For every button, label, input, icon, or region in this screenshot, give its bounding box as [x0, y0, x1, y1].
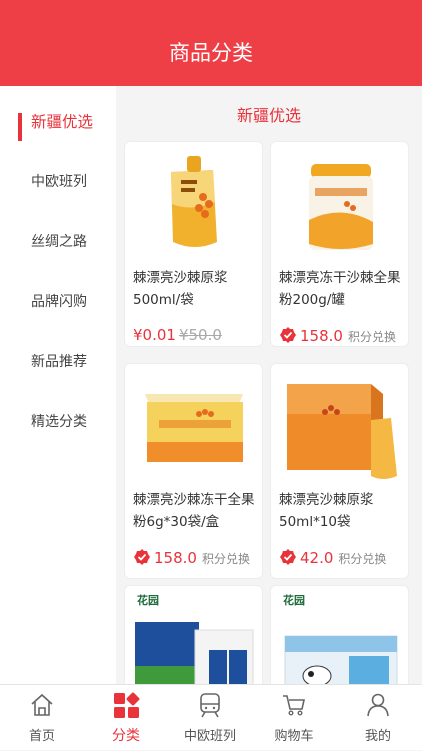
sidebar-item-xinjiang[interactable]: 新疆优选: [0, 92, 116, 152]
product-price: 158.0 积分兑换: [279, 326, 396, 345]
product-card[interactable]: 花园: [270, 585, 409, 684]
product-card[interactable]: 花园: [124, 585, 263, 684]
points-exchange-label: 积分兑换: [201, 552, 250, 566]
points-badge-icon: [134, 549, 150, 565]
tab-label: 购物车: [274, 729, 314, 744]
product-image: [287, 384, 397, 479]
points-badge-icon: [280, 549, 296, 565]
sidebar-item-new-products[interactable]: 新品推荐: [0, 332, 116, 392]
points-price: 158.0: [300, 327, 343, 345]
points-exchange-label: 积分兑换: [338, 552, 387, 566]
tab-label: 首页: [28, 729, 55, 744]
product-card[interactable]: 棘漂亮沙棘原浆500ml/袋 ¥0.01 ¥50.0: [124, 141, 263, 347]
sidebar-item-brand-flash[interactable]: 品牌闪购: [0, 272, 116, 332]
category-sidebar: 新疆优选 中欧班列 丝绸之路 品牌闪购 新品推荐 精选分类: [0, 86, 116, 684]
product-name: 棘漂亮沙棘原浆500ml/袋: [133, 270, 228, 308]
sidebar-item-silk-road[interactable]: 丝绸之路: [0, 212, 116, 272]
product-panel: 新疆优选 棘漂亮沙棘原浆500ml/袋 ¥0.01 ¥50.0 棘漂亮冻干沙棘全…: [116, 86, 422, 684]
product-image: [145, 394, 243, 462]
tab-label: 我的: [364, 729, 391, 744]
product-name: 棘漂亮沙棘冻干全果粉6g*30袋/盒: [133, 492, 255, 530]
product-price: 158.0 积分兑换: [133, 548, 250, 567]
tab-cart[interactable]: 购物车: [252, 685, 336, 751]
sidebar-item-china-europe-train[interactable]: 中欧班列: [0, 152, 116, 212]
product-image: 花园: [283, 593, 398, 684]
points-badge-icon: [280, 327, 296, 343]
category-icon: [114, 692, 140, 718]
product-name: 棘漂亮沙棘原浆50ml*10袋: [279, 492, 374, 530]
points-price: 42.0: [300, 549, 334, 567]
product-name: 棘漂亮冻干沙棘全果粉200g/罐: [279, 270, 401, 308]
product-price: ¥0.01 ¥50.0: [133, 326, 222, 344]
product-image: 花园: [135, 593, 254, 684]
page-header: 商品分类: [0, 0, 422, 86]
sidebar-item-featured[interactable]: 精选分类: [0, 392, 116, 452]
brand-logo: 花园: [283, 593, 305, 607]
section-title: 新疆优选: [236, 106, 301, 125]
page-title: 商品分类: [169, 41, 253, 65]
product-image: [309, 164, 373, 250]
brand-logo: 花园: [137, 593, 159, 607]
original-price: ¥50.0: [178, 326, 222, 344]
product-card[interactable]: 棘漂亮沙棘原浆50ml*10袋 42.0 积分兑换: [270, 363, 409, 579]
product-price: 42.0 积分兑换: [279, 548, 386, 567]
train-icon: [200, 693, 220, 718]
product-card[interactable]: 棘漂亮冻干沙棘全果粉200g/罐 158.0 积分兑换: [270, 141, 409, 347]
product-card[interactable]: 棘漂亮沙棘冻干全果粉6g*30袋/盒 158.0 积分兑换: [124, 363, 263, 579]
tab-label: 中欧班列: [183, 729, 236, 744]
cart-icon: [283, 695, 305, 716]
home-icon: [31, 693, 53, 716]
tab-home[interactable]: 首页: [0, 685, 84, 751]
tab-label: 分类: [112, 728, 140, 744]
bottom-tabbar: 首页 分类 中欧班列 购物车 我的: [0, 684, 422, 750]
user-icon: [367, 693, 389, 717]
price-value: ¥0.01: [133, 326, 176, 344]
tab-category[interactable]: 分类: [84, 685, 168, 751]
tab-china-europe-train[interactable]: 中欧班列: [168, 685, 252, 751]
points-exchange-label: 积分兑换: [347, 330, 396, 344]
product-image: [171, 156, 217, 247]
tab-mine[interactable]: 我的: [336, 685, 420, 751]
points-price: 158.0: [154, 549, 197, 567]
